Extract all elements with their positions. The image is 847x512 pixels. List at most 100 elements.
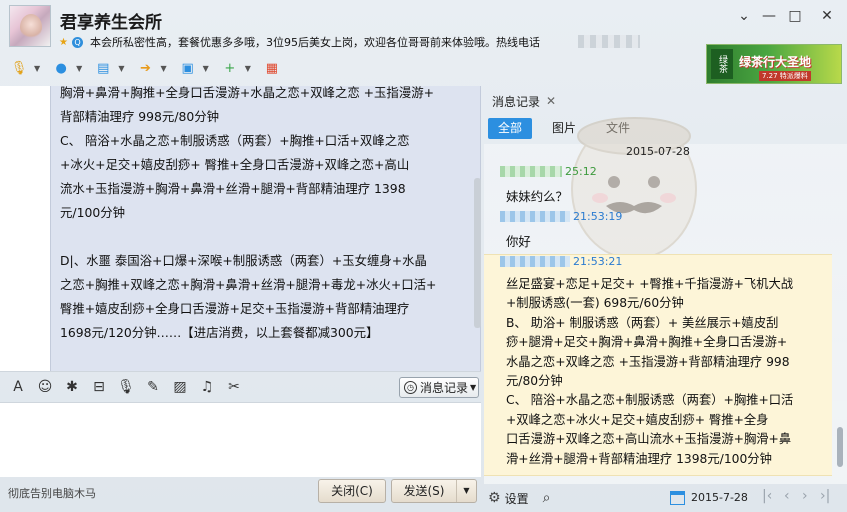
settings-menu-button[interactable]: ⌄ (735, 8, 753, 24)
message-line: 背部精油理疗 998元/80分钟 (60, 109, 220, 124)
highlighted-message: 21:53:21 丝足盛宴+恋足+足交+ +臀推+千指漫游+飞机大战 +制服诱惑(… (484, 254, 832, 476)
message-time: 21:53:21 (573, 255, 623, 268)
video-call-icon: ● (55, 60, 67, 76)
maximize-button[interactable]: □ (786, 8, 804, 24)
last-page-icon[interactable]: ›| (820, 488, 830, 504)
remote-desktop-button[interactable]: ▤ ▼ (92, 57, 124, 79)
message-line: +冰火+足交+嬉皮刮痧+ 臀推+全身口舌漫游+双峰之恋+高山 (60, 157, 410, 172)
screenshot-icon[interactable]: ⊟ (90, 378, 108, 396)
message-line: 之恋+胸推+双峰之恋+胸滑+鼻滑+丝滑+腿滑+毒龙+冰火+口活+ (60, 277, 437, 292)
create-group-icon: + (224, 60, 236, 76)
send-button-label: 发送(S) (403, 484, 445, 498)
magic-icon[interactable]: ✱ (63, 378, 81, 396)
history-date-picker[interactable]: 2015-7-28 (691, 491, 748, 504)
message-text: 你好 (506, 234, 531, 249)
message-sender: 21:53:21 (500, 255, 622, 268)
filter-all[interactable]: 全部 (488, 118, 533, 139)
close-window-button[interactable]: ✕ (818, 8, 836, 24)
gear-icon[interactable]: ⚙ (488, 490, 501, 506)
message-line: 臀推+嬉皮刮痧+全身口舌漫游+足交+玉指漫游+背部精油理疗 (60, 301, 410, 316)
contact-avatar[interactable] (9, 5, 51, 47)
window-title: 君享养生会所 (60, 13, 162, 33)
history-scrollbar-thumb[interactable] (837, 427, 843, 467)
close-icon[interactable]: ✕ (546, 94, 556, 108)
scissors-icon[interactable]: ✂ (225, 378, 243, 396)
message-history-panel: 消息记录 ✕ 全部 图片 文件 2015-07-28 25:12 妹妹约么？ 2… (484, 86, 847, 512)
voice-icon[interactable]: 🎙 (117, 378, 135, 396)
contact-notice: 本会所私密性高，套餐优惠多多哦，3位95后美女上岗，欢迎各位哥哥前来体验哦。热线… (90, 36, 540, 49)
message-line: 痧+腿滑+足交+胸滑+鼻滑+胸推+全身口舌漫游+ (506, 335, 788, 350)
message-line: 元/100分钟 (60, 205, 125, 220)
highlighted-message-text: 丝足盛宴+恋足+足交+ +臀推+千指漫游+飞机大战 +制服诱惑(一套) 698元/… (506, 275, 821, 469)
chevron-down-icon[interactable]: ▼ (203, 64, 209, 73)
voice-call-icon: 🎙 (10, 60, 28, 76)
level-icon[interactable]: Q (72, 36, 83, 48)
message-line: 丝足盛宴+恋足+足交+ +臀推+千指漫游+飞机大战 (506, 277, 794, 291)
message-text: 妹妹约么？ (506, 189, 568, 204)
minimize-button[interactable]: — (760, 8, 778, 24)
screen-share-button[interactable]: ▣ ▼ (177, 57, 209, 79)
chevron-down-icon[interactable]: ▼ (118, 64, 124, 73)
ad-brand-logo: 绿茶 (711, 49, 733, 79)
next-page-icon[interactable]: › (802, 488, 808, 504)
history-message-list: 2015-07-28 25:12 妹妹约么？ 21:53:19 你好 21:53… (484, 117, 847, 484)
search-icon[interactable]: ⌕ (543, 490, 551, 506)
apps-button[interactable]: ▦ (261, 57, 283, 79)
prev-page-icon[interactable]: ‹ (784, 488, 790, 504)
apps-icon: ▦ (265, 60, 279, 76)
message-line: D|、水噩 泰国浴+口爆+深喉+制服诱惑（两套）+玉女缠身+水晶 (60, 253, 427, 268)
filter-images[interactable]: 图片 (542, 118, 586, 139)
send-file-button[interactable]: ➔ ▼ (134, 57, 167, 79)
history-tab[interactable]: 消息记录 ✕ (492, 92, 556, 110)
filter-files[interactable]: 文件 (596, 118, 640, 139)
redacted-sender-name (500, 166, 562, 177)
redacted-sender-name (500, 211, 570, 222)
font-icon[interactable]: A (9, 378, 27, 396)
image-icon[interactable]: ▨ (171, 378, 189, 396)
send-file-icon: ➔ (140, 60, 151, 76)
message-line: 水晶之恋+双峰之恋 +玉指漫游+背部精油理疗 998 (506, 354, 790, 369)
close-button[interactable]: 关闭(C) (318, 479, 386, 503)
history-date-header: 2015-07-28 (626, 145, 690, 158)
history-scrollbar[interactable] (835, 144, 845, 484)
history-settings-label[interactable]: 设置 (505, 490, 529, 507)
history-tab-label: 消息记录 (492, 94, 541, 109)
video-call-button[interactable]: ● ▼ (50, 57, 82, 79)
message-line: 1698元/120分钟……【进店消费，以上套餐都减300元】 (60, 325, 379, 340)
calendar-icon[interactable] (670, 491, 685, 505)
chevron-down-icon[interactable]: ▼ (245, 64, 251, 73)
send-button[interactable]: 发送(S) ▼ (391, 479, 477, 503)
message-history-button[interactable]: ◷ 消息记录 ▼ (399, 377, 479, 398)
chat-scrollbar[interactable] (474, 178, 481, 328)
edit-icon[interactable]: ✎ (144, 378, 162, 396)
ad-banner[interactable]: 绿茶 绿茶行大圣地 7.27 特派爆料 (706, 44, 842, 84)
star-icon[interactable]: ★ (58, 37, 69, 48)
notice-row: ★ Q 本会所私密性高，套餐优惠多多哦，3位95后美女上岗，欢迎各位哥哥前来体验… (58, 35, 615, 49)
chevron-down-icon: ▼ (470, 383, 477, 392)
voice-call-button[interactable]: 🎙 ▼ (8, 57, 40, 79)
security-status-text[interactable]: 彻底告别电脑木马 (8, 485, 96, 501)
chat-message-area: 胸滑+鼻滑+胸推+全身口舌漫游+水晶之恋+双峰之恋 +玉指漫游+ 背部精油理疗 9… (0, 86, 481, 371)
message-line: 胸滑+鼻滑+胸推+全身口舌漫游+水晶之恋+双峰之恋 +玉指漫游+ (60, 86, 434, 100)
message-bubble: 胸滑+鼻滑+胸推+全身口舌漫游+水晶之恋+双峰之恋 +玉指漫游+ 背部精油理疗 9… (50, 86, 481, 371)
music-icon[interactable]: ♫ (198, 378, 216, 396)
message-line: 滑+丝滑+腿滑+背部精油理疗 1398元/100分钟 (506, 451, 772, 466)
chevron-down-icon[interactable]: ▼ (76, 64, 82, 73)
first-page-icon[interactable]: |‹ (762, 488, 772, 504)
chevron-down-icon[interactable]: ▼ (160, 64, 166, 73)
clock-icon: ◷ (404, 381, 417, 394)
remote-desktop-icon: ▤ (97, 60, 110, 76)
message-history-label: 消息记录 (420, 381, 469, 395)
create-group-button[interactable]: + ▼ (219, 57, 251, 79)
redacted-phone (578, 35, 640, 48)
chat-toolbar: 🎙 ▼ ● ▼ ▤ ▼ ➔ ▼ ▣ ▼ + ▼ ▦ (0, 52, 700, 84)
message-line: C、 陪浴+水晶之恋+制服诱惑（两套）+胸推+口活 (506, 393, 794, 408)
chevron-down-icon[interactable]: ▼ (34, 64, 40, 73)
screen-share-icon: ▣ (181, 60, 194, 76)
history-footer: ⚙ 设置 ⌕ 2015-7-28 |‹ ‹ › ›| (484, 484, 847, 512)
message-line (60, 225, 470, 249)
send-options-chevron-icon[interactable]: ▼ (456, 480, 476, 502)
emoji-icon[interactable]: ☺ (36, 378, 54, 396)
message-input[interactable] (0, 403, 481, 477)
ad-title: 绿茶行大圣地 (739, 55, 812, 69)
